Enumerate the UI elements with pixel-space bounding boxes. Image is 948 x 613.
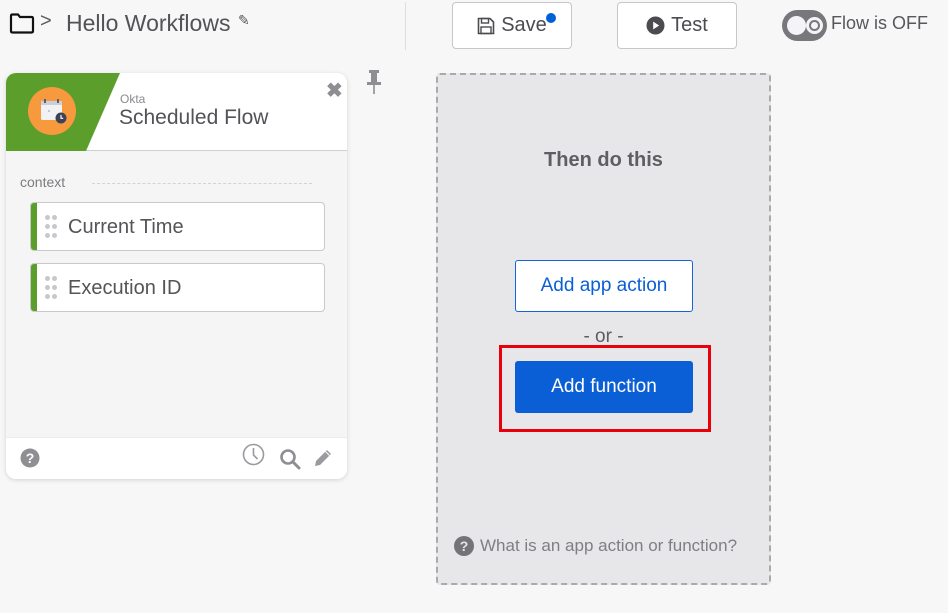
calendar-clock-icon — [41, 99, 67, 124]
close-icon[interactable]: ✖ — [326, 78, 343, 103]
flow-status-label: Flow is OFF — [831, 13, 928, 33]
breadcrumb-separator: > — [40, 10, 52, 32]
what-is-app-action-link[interactable]: ? What is an app action or function? — [454, 536, 737, 556]
add-app-action-button[interactable]: Add app action — [515, 260, 693, 312]
flow-title[interactable]: Hello Workflows — [66, 10, 230, 37]
floppy-disk-icon — [477, 17, 495, 34]
save-button[interactable]: Save — [452, 2, 572, 49]
test-label: Test — [671, 14, 708, 36]
card-vendor: Okta — [120, 92, 146, 106]
folder-icon[interactable] — [9, 13, 35, 34]
pin-icon[interactable] — [364, 69, 384, 95]
drag-handle-icon[interactable] — [45, 276, 59, 300]
pencil-icon[interactable] — [312, 447, 334, 469]
card-title: Scheduled Flow — [119, 106, 269, 129]
action-drop-zone: Then do this Add app action - or - Add f… — [436, 73, 771, 585]
field-color-bar — [31, 203, 37, 250]
svg-text:?: ? — [26, 450, 35, 466]
field-label: Execution ID — [68, 277, 182, 299]
context-field-execution-id[interactable]: Execution ID — [30, 263, 325, 312]
context-section-label: context — [20, 174, 66, 190]
unsaved-changes-indicator — [546, 13, 556, 23]
add-function-button[interactable]: Add function — [515, 361, 693, 413]
header-divider — [405, 2, 406, 50]
help-icon[interactable]: ? — [20, 448, 40, 468]
help-link-text: What is an app action or function? — [480, 536, 738, 555]
play-circle-icon — [646, 16, 665, 35]
toggle-knob — [787, 16, 806, 35]
field-color-bar — [31, 264, 37, 311]
context-divider — [92, 183, 312, 184]
scheduled-flow-app-icon — [28, 87, 76, 135]
card-header: Okta Scheduled Flow ✖ — [6, 73, 347, 151]
toggle-off-indicator-icon — [806, 17, 823, 34]
context-field-current-time[interactable]: Current Time — [30, 202, 325, 251]
card-footer: ? — [6, 437, 347, 479]
trigger-card: Okta Scheduled Flow ✖ context Current Ti… — [6, 73, 347, 479]
field-label: Current Time — [68, 216, 184, 238]
edit-title-pencil-icon[interactable]: ✎ — [238, 12, 250, 29]
help-circle-icon: ? — [454, 536, 474, 556]
search-icon[interactable] — [279, 448, 301, 470]
save-label: Save — [501, 14, 547, 36]
flow-on-off-toggle[interactable] — [782, 10, 827, 41]
drag-handle-icon[interactable] — [45, 215, 59, 239]
clock-icon[interactable] — [242, 443, 265, 466]
drop-zone-heading: Then do this — [544, 149, 663, 171]
test-button[interactable]: Test — [617, 2, 737, 49]
